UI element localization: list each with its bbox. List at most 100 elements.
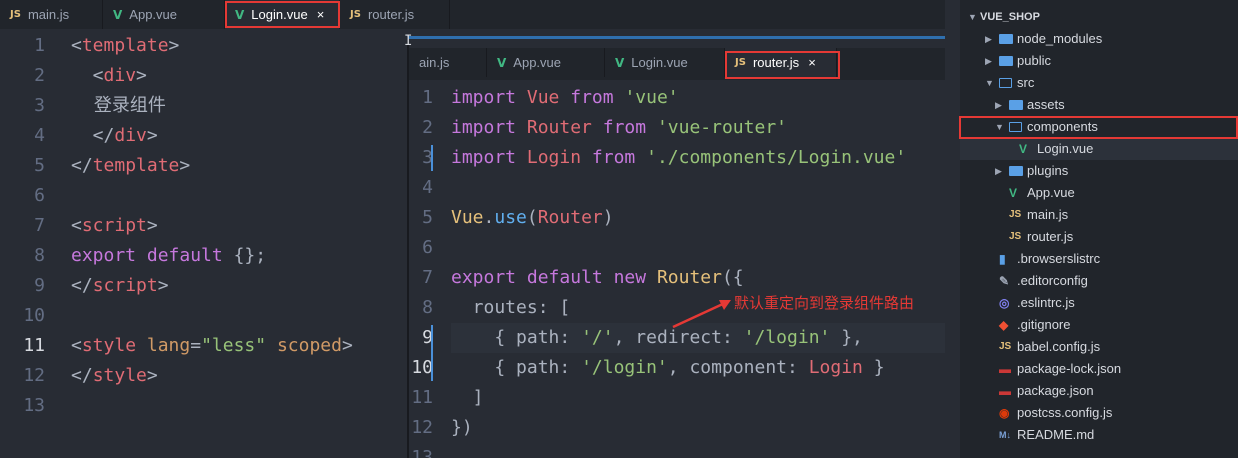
left-tab-router-js[interactable]: JS router.js (340, 0, 450, 29)
tree-item-router-js[interactable]: JS router.js (960, 226, 1238, 248)
vue-icon: V (1009, 186, 1018, 200)
code-line[interactable] (71, 181, 407, 211)
project-title[interactable]: ▼ VUE_SHOP (960, 6, 1238, 28)
code-line[interactable]: import Router from 'vue-router' (451, 113, 945, 143)
tree-item-package-lock-json[interactable]: ▬ package-lock.json (960, 358, 1238, 380)
tree-item-editorconfig[interactable]: ✎ .editorconfig (960, 270, 1238, 292)
js-icon: JS (1009, 209, 1022, 220)
code-line[interactable] (71, 391, 407, 421)
code-token: > (146, 125, 158, 146)
chevron-right-icon[interactable]: ▶ (985, 28, 992, 50)
code-line[interactable]: </script> (71, 271, 407, 301)
code-line[interactable]: </div> (71, 121, 407, 151)
code-line[interactable]: Vue.use(Router) (451, 203, 945, 233)
tree-item-Login-vue[interactable]: V Login.vue (960, 138, 1238, 160)
code-line[interactable]: <script> (71, 211, 407, 241)
chevron-down-icon[interactable]: ▼ (995, 116, 1004, 138)
tree-item-label: plugins (1027, 163, 1069, 178)
left-tab-App-vue[interactable]: V App.vue (103, 0, 225, 29)
code-token: { (451, 327, 517, 348)
right-tab-ain-js[interactable]: ain.js (409, 48, 487, 77)
tree-item-main-js[interactable]: JS main.js (960, 204, 1238, 226)
right-tab-router-js[interactable]: JS router.js × (725, 48, 837, 77)
code-token: , (613, 327, 636, 348)
code-token: style (81, 335, 137, 356)
tree-item-label: components (1027, 119, 1098, 134)
right-tab-App-vue[interactable]: V App.vue (487, 48, 605, 77)
line-number: 11 (23, 335, 45, 356)
code-token: ({ (721, 267, 744, 288)
code-line[interactable]: </style> (71, 361, 407, 391)
line-number: 5 (34, 155, 45, 176)
tree-item-src[interactable]: ▼ src (960, 72, 1238, 94)
folder-icon (999, 28, 1013, 51)
line-number: 2 (422, 117, 433, 138)
tree-item-components[interactable]: ▼ components (960, 116, 1238, 138)
code-token: : (559, 327, 582, 348)
code-line[interactable]: export default {}; (71, 241, 407, 271)
tree-item-App-vue[interactable]: V App.vue (960, 182, 1238, 204)
code-token: > (179, 155, 191, 176)
code-token: </ (71, 365, 93, 386)
code-token: { (451, 357, 517, 378)
code-token: path (516, 357, 560, 378)
tree-item-README-md[interactable]: M↓ README.md (960, 424, 1238, 446)
left-tab-main-js[interactable]: JS main.js (0, 0, 103, 29)
tab-label: Login.vue (251, 7, 308, 22)
code-token: default (526, 267, 603, 288)
right-editor-code[interactable]: 1 2 3 4 5 6 7 8 9 10 11 12 13 import Vue from 'vue' im… (409, 80, 945, 458)
tree-item-browserslistrc[interactable]: ▮ .browserslistrc (960, 248, 1238, 270)
code-line[interactable] (451, 233, 945, 263)
tree-item-node_modules[interactable]: ▶ node_modules (960, 28, 1238, 50)
right-tab-Login-vue[interactable]: V Login.vue (605, 48, 725, 77)
tree-item-label: router.js (1027, 229, 1074, 244)
code-line[interactable] (451, 443, 945, 458)
tree-item-babel-config-js[interactable]: JS babel.config.js (960, 336, 1238, 358)
chevron-down-icon[interactable]: ▼ (985, 72, 994, 94)
chevron-right-icon[interactable]: ▶ (995, 94, 1002, 116)
code-line[interactable]: { path: '/login', component: Login } (451, 353, 945, 383)
left-editor-code[interactable]: 1 2 3 4 5 6 7 8 9 10 11 12 13 <template> <div> 登录组件 <… (0, 31, 407, 458)
code-line[interactable]: import Login from './components/Login.vu… (451, 143, 945, 173)
chevron-right-icon[interactable]: ▶ (995, 160, 1002, 182)
tree-item-label: src (1017, 75, 1035, 90)
browserslist-icon: ▮ (999, 252, 1006, 266)
code-token: : [ (537, 297, 571, 318)
tree-item-package-json[interactable]: ▬ package.json (960, 380, 1238, 402)
code-token: script (81, 215, 147, 236)
code-line[interactable]: }) (451, 413, 945, 443)
code-line[interactable]: <style lang="less" scoped> (71, 331, 407, 361)
code-token: Router (537, 207, 603, 228)
code-line[interactable] (71, 301, 407, 331)
line-number: 8 (422, 297, 433, 318)
code-line[interactable]: import Vue from 'vue' (451, 83, 945, 113)
tree-item-label: .browserslistrc (1017, 251, 1101, 266)
line-number: 2 (34, 65, 45, 86)
code-token: div (114, 125, 147, 146)
code-token: from (602, 117, 647, 138)
code-line[interactable]: ] (451, 383, 945, 413)
tree-item-assets[interactable]: ▶ assets (960, 94, 1238, 116)
code-line[interactable]: <template> (71, 31, 407, 61)
code-token: use (494, 207, 527, 228)
text-cursor-icon: I (404, 33, 413, 49)
code-line[interactable]: </template> (71, 151, 407, 181)
line-number: 8 (34, 245, 45, 266)
close-icon[interactable]: × (808, 55, 816, 70)
chevron-right-icon[interactable]: ▶ (985, 50, 992, 72)
left-tab-Login-vue[interactable]: V Login.vue × (225, 0, 340, 29)
code-line[interactable]: 登录组件 (71, 91, 407, 121)
tree-item-gitignore[interactable]: ◆ .gitignore (960, 314, 1238, 336)
code-line[interactable] (451, 173, 945, 203)
tree-item-postcss-config-js[interactable]: ◉ postcss.config.js (960, 402, 1238, 424)
code-token: > (146, 215, 158, 236)
close-icon[interactable]: × (317, 7, 325, 22)
tree-item-eslintrc-js[interactable]: ◎ .eslintrc.js (960, 292, 1238, 314)
code-line[interactable]: <div> (71, 61, 407, 91)
tree-item-plugins[interactable]: ▶ plugins (960, 160, 1238, 182)
tree-item-public[interactable]: ▶ public (960, 50, 1238, 72)
